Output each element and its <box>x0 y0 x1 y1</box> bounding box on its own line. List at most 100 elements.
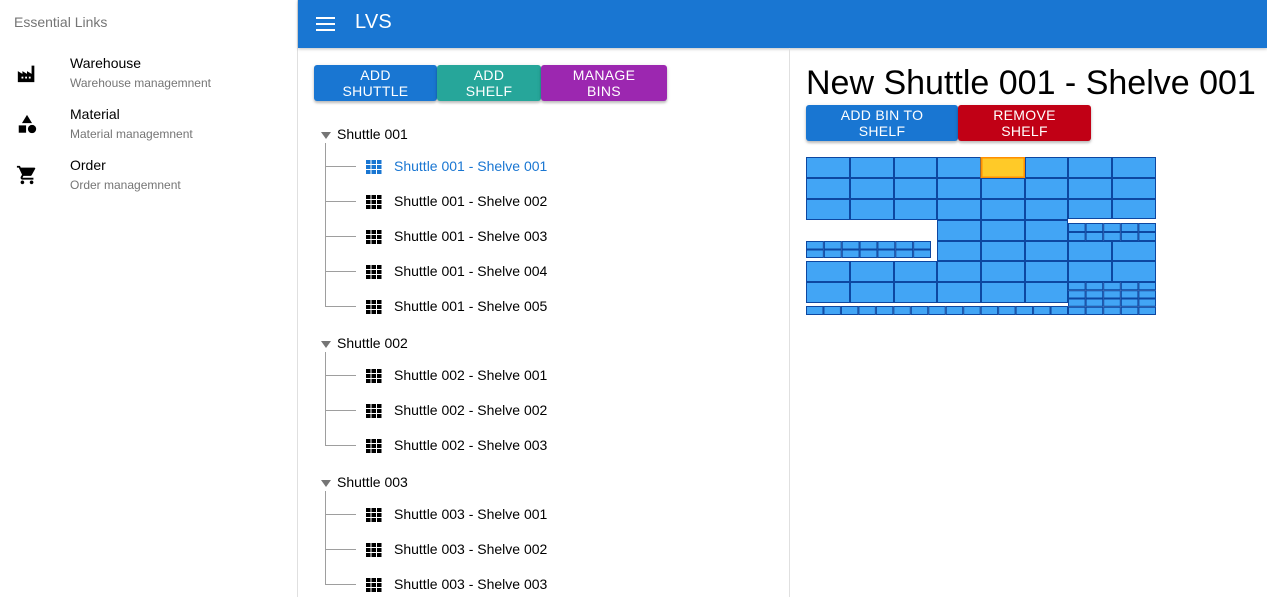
bin[interactable] <box>823 306 841 315</box>
bin[interactable] <box>1068 282 1086 291</box>
bin[interactable] <box>1068 298 1086 307</box>
bin[interactable] <box>850 178 894 199</box>
bin[interactable] <box>1112 178 1156 199</box>
bin[interactable] <box>1068 157 1112 178</box>
bin[interactable] <box>859 241 878 250</box>
bin[interactable] <box>806 241 824 250</box>
bin[interactable] <box>980 306 999 315</box>
bin[interactable] <box>913 241 932 250</box>
bin[interactable] <box>1112 157 1156 178</box>
bin[interactable] <box>981 199 1025 220</box>
bin[interactable] <box>806 178 850 199</box>
bin[interactable] <box>1025 282 1068 303</box>
bin[interactable] <box>998 306 1016 315</box>
bin[interactable] <box>823 249 842 258</box>
bin[interactable] <box>1068 223 1086 232</box>
bin[interactable] <box>1138 232 1156 241</box>
bin[interactable] <box>894 157 937 178</box>
bin[interactable] <box>1068 232 1086 241</box>
bin[interactable] <box>981 261 1025 282</box>
bin[interactable] <box>1068 241 1112 261</box>
bin[interactable] <box>1085 290 1104 299</box>
bin[interactable] <box>895 249 914 258</box>
bin[interactable] <box>1025 241 1068 261</box>
bin[interactable] <box>1103 290 1121 299</box>
add-shelf-button[interactable]: ADD SHELF <box>437 65 541 101</box>
bin[interactable] <box>877 241 896 250</box>
bin[interactable] <box>875 306 894 315</box>
bin[interactable] <box>894 282 937 303</box>
bin[interactable] <box>1138 282 1156 291</box>
expand-arrow-icon[interactable] <box>321 132 331 139</box>
bin[interactable] <box>1103 232 1121 241</box>
bin[interactable] <box>1025 178 1068 199</box>
bin[interactable] <box>1120 232 1139 241</box>
bin[interactable] <box>1138 223 1156 232</box>
bin[interactable] <box>1033 306 1051 315</box>
bin[interactable] <box>1015 306 1034 315</box>
bin[interactable] <box>928 306 946 315</box>
bin[interactable] <box>1068 199 1112 219</box>
bin[interactable] <box>859 249 878 258</box>
remove-shelf-button[interactable]: REMOVE SHELF <box>958 105 1091 141</box>
bin[interactable] <box>850 157 894 178</box>
bin[interactable] <box>1112 199 1156 219</box>
bin[interactable] <box>1103 298 1121 307</box>
bin[interactable] <box>981 178 1025 199</box>
bin[interactable] <box>1025 220 1068 241</box>
bin[interactable] <box>1025 261 1068 282</box>
bin[interactable] <box>910 306 929 315</box>
bin-selected[interactable] <box>980 157 1026 179</box>
nav-item-material[interactable]: Material Material managemnent <box>0 106 297 154</box>
expand-arrow-icon[interactable] <box>321 480 331 487</box>
bin[interactable] <box>850 261 894 282</box>
bin[interactable] <box>981 282 1025 303</box>
bin[interactable] <box>894 261 937 282</box>
bin[interactable] <box>894 178 937 199</box>
bin[interactable] <box>1103 223 1121 232</box>
bin[interactable] <box>981 241 1025 261</box>
bin[interactable] <box>937 261 981 282</box>
bin[interactable] <box>1085 232 1104 241</box>
bin[interactable] <box>1120 306 1139 315</box>
bin[interactable] <box>841 249 860 258</box>
bin[interactable] <box>937 220 981 241</box>
bin[interactable] <box>1138 306 1156 315</box>
nav-item-order[interactable]: Order Order managemnent <box>0 157 297 205</box>
nav-item-warehouse[interactable]: Warehouse Warehouse managemnent <box>0 55 297 103</box>
bin[interactable] <box>1120 282 1139 291</box>
bin[interactable] <box>937 199 981 220</box>
bin[interactable] <box>937 241 981 261</box>
bin[interactable] <box>1120 298 1139 307</box>
bin[interactable] <box>937 178 981 199</box>
bin[interactable] <box>1068 290 1086 299</box>
bin[interactable] <box>1103 306 1121 315</box>
bin[interactable] <box>893 306 911 315</box>
bin[interactable] <box>806 249 824 258</box>
bin[interactable] <box>937 282 981 303</box>
bin[interactable] <box>1068 261 1112 282</box>
bin[interactable] <box>1025 157 1068 178</box>
bin[interactable] <box>806 306 824 315</box>
menu-icon[interactable] <box>312 12 342 36</box>
bin[interactable] <box>806 261 850 282</box>
bin[interactable] <box>913 249 932 258</box>
bin[interactable] <box>823 241 842 250</box>
bin[interactable] <box>1112 261 1156 282</box>
bin[interactable] <box>1050 306 1069 315</box>
bin[interactable] <box>937 157 981 178</box>
bin[interactable] <box>840 306 859 315</box>
bin[interactable] <box>1025 199 1068 220</box>
bin[interactable] <box>1112 241 1156 261</box>
bin[interactable] <box>1085 282 1104 291</box>
bin[interactable] <box>841 241 860 250</box>
bin[interactable] <box>1085 306 1104 315</box>
bin[interactable] <box>806 282 850 303</box>
bin[interactable] <box>1103 282 1121 291</box>
bin[interactable] <box>894 199 937 220</box>
add-shuttle-button[interactable]: ADD SHUTTLE <box>314 65 437 101</box>
bin[interactable] <box>895 241 914 250</box>
bin[interactable] <box>981 220 1025 241</box>
bin[interactable] <box>945 306 964 315</box>
bin[interactable] <box>850 199 894 220</box>
